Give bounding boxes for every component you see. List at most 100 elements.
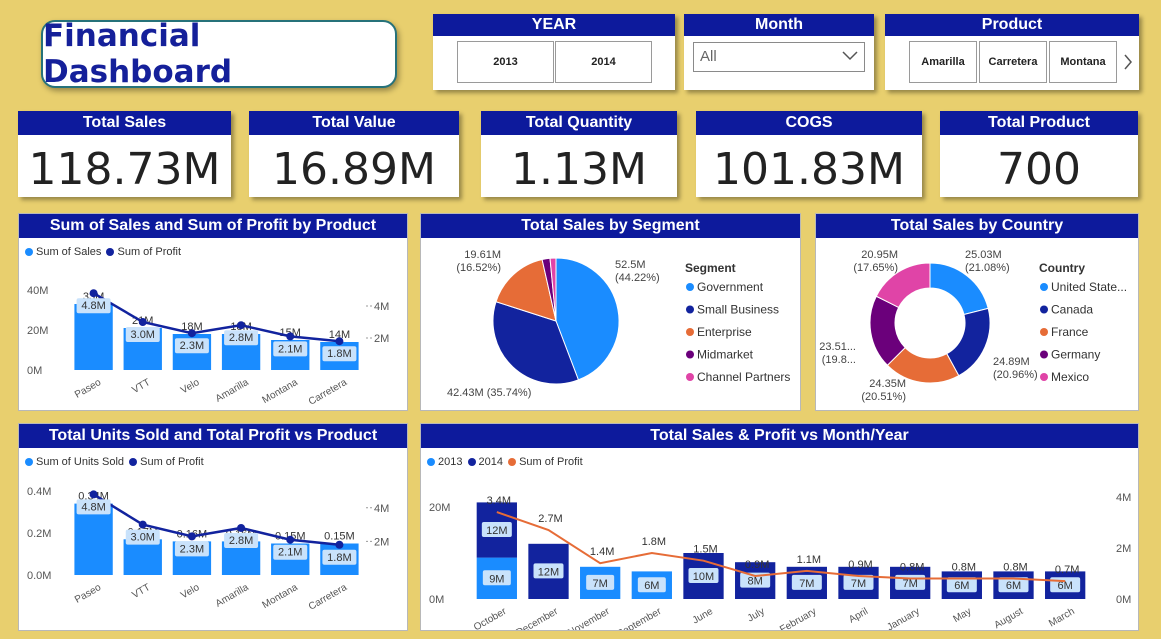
kpi-value: 1.13M bbox=[511, 144, 647, 195]
product-slicer-title: Product bbox=[885, 14, 1139, 36]
slice-data-label: 24.89M bbox=[993, 356, 1030, 368]
legend-title: Country bbox=[1039, 261, 1085, 275]
panel-title: Sum of Sales and Sum of Profit by Produc… bbox=[19, 214, 407, 238]
legend-label: Channel Partners bbox=[697, 370, 790, 384]
panel-title: Total Sales by Segment bbox=[421, 214, 800, 238]
x-axis-tick-label: December bbox=[515, 606, 561, 630]
country-donut-chart: Country United State... Canada France German… bbox=[819, 249, 1127, 403]
slice-data-label: 23.51... bbox=[819, 341, 856, 353]
y-axis-tick-label: 40M bbox=[27, 285, 48, 297]
y-axis-tick-label: 20M bbox=[27, 325, 48, 337]
profit-data-label: 2.8M bbox=[229, 332, 253, 344]
slice-data-label: 19.61M bbox=[464, 249, 501, 261]
y2-axis-tick-label: 4M bbox=[374, 503, 389, 515]
bar-data-label: 9M bbox=[489, 573, 504, 585]
kpi-value: 16.89M bbox=[272, 144, 436, 195]
bar-data-label: 7M bbox=[903, 578, 918, 590]
y2-axis-tick-label: 4M bbox=[1116, 492, 1131, 504]
profit-data-label: 2.8M bbox=[229, 535, 253, 547]
product-option-carretera[interactable]: Carretera bbox=[979, 41, 1047, 83]
segment-panel: Total Sales by Segment Segment Government… bbox=[420, 213, 801, 411]
product-option-amarilla[interactable]: Amarilla bbox=[909, 41, 977, 83]
profit-point bbox=[335, 337, 344, 346]
y2-axis-tick-label: 2M bbox=[374, 536, 389, 548]
legend-label: Sum of Profit bbox=[117, 246, 182, 258]
bar-data-label: 6M bbox=[1006, 580, 1021, 592]
profit-data-label: 4.8M bbox=[81, 501, 105, 513]
legend-dot bbox=[686, 283, 694, 291]
legend-title: Segment bbox=[685, 261, 736, 275]
x-axis-tick-label: Velo bbox=[179, 377, 202, 396]
legend-label: France bbox=[1051, 325, 1089, 339]
profit-point bbox=[89, 289, 98, 298]
slice-data-label: 42.43M (35.74%) bbox=[447, 387, 531, 399]
legend-dot bbox=[1040, 373, 1048, 381]
kpi-label: COGS bbox=[696, 111, 922, 135]
bar-data-label: 7M bbox=[851, 578, 866, 590]
y-axis-tick-label: 0.2M bbox=[27, 528, 51, 540]
month-dropdown[interactable]: All bbox=[693, 42, 865, 72]
legend-label: United State... bbox=[1051, 280, 1127, 294]
profit-data-label: 0.8M bbox=[900, 562, 924, 574]
profit-data-label: 2.7M bbox=[538, 513, 562, 525]
profit-point bbox=[138, 520, 147, 529]
bar-data-label: 10M bbox=[693, 571, 714, 583]
month-dropdown-value: All bbox=[700, 48, 717, 65]
slice-pct-label: (16.52%) bbox=[456, 262, 501, 274]
y2-axis-tick-label: 2M bbox=[1116, 543, 1131, 555]
legend-dot bbox=[686, 350, 694, 359]
slice-data-label: 24.35M bbox=[869, 378, 906, 390]
legend-dot bbox=[686, 328, 694, 336]
legend-label: Sum of Sales bbox=[36, 246, 102, 258]
legend-label: 2014 bbox=[478, 456, 504, 468]
legend-label: Sum of Units Sold bbox=[36, 456, 125, 468]
chart-legend: Sum of Units Sold Sum of Profit bbox=[25, 456, 204, 468]
slice-data-label: 20.95M bbox=[861, 249, 898, 261]
legend-dot bbox=[427, 458, 435, 466]
profit-data-label: 2.3M bbox=[180, 340, 204, 352]
product-option-montana[interactable]: Montana bbox=[1049, 41, 1117, 83]
x-axis-tick-label: August bbox=[993, 606, 1026, 630]
y-axis-tick-label: 0M bbox=[429, 594, 444, 606]
profit-data-label: 3.4M bbox=[487, 495, 511, 507]
y2-axis-tick-label: 0M bbox=[1116, 594, 1131, 606]
y-axis-tick-label: 20M bbox=[429, 502, 450, 514]
legend-dot bbox=[686, 305, 694, 314]
profit-data-label: 0.8M bbox=[1003, 562, 1027, 574]
year-slicer: YEAR 2013 2014 bbox=[433, 14, 675, 90]
chevron-right-icon[interactable] bbox=[1123, 54, 1133, 70]
year-option-2013[interactable]: 2013 bbox=[457, 41, 554, 83]
legend-dot bbox=[1040, 350, 1048, 359]
legend-label: Enterprise bbox=[697, 325, 752, 339]
panel-title: Total Units Sold and Total Profit vs Pro… bbox=[19, 424, 407, 448]
bar-data-label: 6M bbox=[954, 580, 969, 592]
profit-data-label: 3.0M bbox=[131, 532, 155, 544]
profit-data-label: 1.8M bbox=[327, 348, 351, 360]
profit-data-label: 2.3M bbox=[180, 543, 204, 555]
x-axis-tick-label: Carretera bbox=[307, 582, 349, 613]
x-axis-tick-label: April bbox=[847, 606, 870, 626]
legend-dot bbox=[25, 458, 33, 466]
slice-data-label: 25.03M bbox=[965, 249, 1002, 261]
profit-point bbox=[89, 490, 98, 499]
kpi-value: 101.83M bbox=[713, 144, 905, 195]
year-option-2014[interactable]: 2014 bbox=[555, 41, 652, 83]
kpi-total-sales: Total Sales 118.73M bbox=[18, 111, 231, 197]
profit-data-label: 1.5M bbox=[693, 544, 717, 556]
y-axis-tick-label: 0M bbox=[27, 365, 42, 377]
slice-pct-label: (17.65%) bbox=[853, 262, 898, 274]
x-axis-tick-label: Paseo bbox=[73, 377, 103, 401]
profit-point bbox=[286, 332, 295, 341]
y2-axis-tick-label: 2M bbox=[374, 333, 389, 345]
panel-title: Total Sales by Country bbox=[816, 214, 1138, 238]
y2-axis-tick-label: 4M bbox=[374, 301, 389, 313]
x-axis-tick-label: February bbox=[778, 606, 818, 630]
x-axis-tick-label: VTT bbox=[130, 582, 152, 601]
year-slicer-title: YEAR bbox=[433, 14, 675, 36]
bar-data-label: 8M bbox=[748, 576, 763, 588]
x-axis-tick-label: June bbox=[691, 606, 716, 627]
x-axis-tick-label: November bbox=[566, 606, 612, 630]
chart-legend: 2013 2014 Sum of Profit bbox=[427, 456, 583, 468]
y-axis-tick-label: 0.0M bbox=[27, 570, 51, 582]
units-profit-product-panel: Total Units Sold and Total Profit vs Pro… bbox=[18, 423, 408, 631]
